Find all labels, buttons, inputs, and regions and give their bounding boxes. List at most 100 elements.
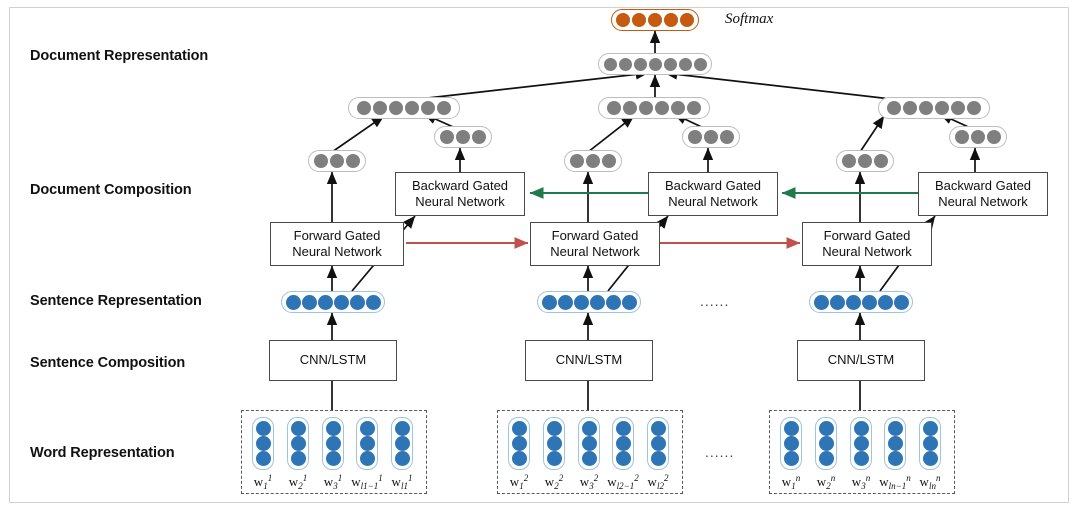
cnn-lstm-box-3[interactable]: CNN/LSTM — [797, 340, 925, 381]
forward-hidden-1-dot — [330, 154, 344, 168]
backward-hidden-2-dot — [704, 130, 718, 144]
word-vector-column — [612, 417, 634, 470]
backward-gnn-box-3[interactable]: Backward Gated Neural Network — [918, 172, 1048, 216]
sent-vec-3-dot — [967, 101, 981, 115]
sentence-rep-3-dot — [829, 294, 845, 310]
forward-gnn-label-line1: Forward Gated — [823, 227, 911, 243]
forward-gnn-label-line2: Neural Network — [292, 244, 382, 259]
sent-vec-2-dot — [671, 101, 685, 115]
forward-hidden-3-dot — [842, 154, 856, 168]
word-vector-column — [356, 417, 378, 470]
sent-vec-2-dot — [639, 101, 653, 115]
sentence-representation-vector-3 — [809, 291, 913, 313]
backward-hidden-vector-3 — [949, 126, 1007, 148]
forward-gnn-label-line2: Neural Network — [550, 244, 640, 259]
word-vector-dot — [511, 421, 527, 436]
word-vector-dot — [581, 436, 597, 451]
word-vector-dot — [546, 421, 562, 436]
word-vector-dot — [290, 436, 306, 451]
word-group-3: w1n w2n w3n wln−1n wlnn — [769, 410, 955, 494]
sent-vec-3-dot — [919, 101, 933, 115]
forward-hidden-vector-3 — [836, 150, 894, 172]
word-vector-dot — [359, 451, 375, 466]
softmax-dot — [664, 13, 678, 27]
word-vector-dot — [783, 436, 799, 451]
sentence-representation-vector-2 — [537, 291, 641, 313]
forward-hidden-2-dot — [570, 154, 584, 168]
forward-hidden-3-dot — [874, 154, 888, 168]
row-label-word-representation: Word Representation — [30, 445, 175, 461]
word-vector-dot — [290, 451, 306, 466]
document-vector-dot — [678, 57, 692, 71]
word-vector-dot — [290, 421, 306, 436]
sentence-rep-1-dot — [365, 294, 381, 310]
softmax-output-vector — [611, 9, 699, 31]
sent-vec-2-dot — [687, 101, 701, 115]
word-vector-dot — [853, 421, 869, 436]
sent-vec-1-dot — [421, 101, 435, 115]
sent-vec-1-dot — [357, 101, 371, 115]
figure-canvas: Document Representation Document Composi… — [0, 0, 1080, 515]
word-vector-dot — [394, 421, 410, 436]
word-group-2: w12 w22 w32 wl2−12 wl22 — [497, 410, 683, 494]
word-vector-column — [780, 417, 802, 470]
sent-vec-2-dot — [607, 101, 621, 115]
forward-hidden-vector-2 — [564, 150, 622, 172]
backward-gnn-label-line2: Neural Network — [415, 194, 505, 209]
backward-hidden-3-dot — [987, 130, 1001, 144]
sentence-rep-3-dot — [893, 294, 909, 310]
sentence-row-ellipsis: ...... — [700, 293, 730, 309]
document-vector-dot — [618, 57, 632, 71]
sentence-rep-1-dot — [349, 294, 365, 310]
softmax-dot — [616, 13, 630, 27]
cnn-lstm-box-1[interactable]: CNN/LSTM — [269, 340, 397, 381]
cnn-lstm-label: CNN/LSTM — [299, 352, 367, 368]
backward-hidden-2-dot — [720, 130, 734, 144]
sentence-rep-2-dot — [573, 294, 589, 310]
forward-hidden-1-dot — [314, 154, 328, 168]
word-vector-dot — [922, 421, 938, 436]
word-vector-dot — [922, 436, 938, 451]
word-vector-dot — [546, 451, 562, 466]
sentence-rep-1-dot — [317, 294, 333, 310]
sent-vec-2-dot — [655, 101, 669, 115]
backward-gnn-box-1[interactable]: Backward Gated Neural Network — [395, 172, 525, 216]
backward-hidden-vector-1 — [434, 126, 492, 148]
word-vector-dot — [887, 451, 903, 466]
forward-gnn-box-3[interactable]: Forward Gated Neural Network — [802, 222, 932, 266]
sentence-rep-2-dot — [557, 294, 573, 310]
word-vector-dot — [887, 421, 903, 436]
word-vector-dot — [853, 451, 869, 466]
word-label: wlnn — [919, 473, 941, 492]
sent-vec-1-dot — [389, 101, 403, 115]
word-vector-column — [508, 417, 530, 470]
sent-vec-3-dot — [951, 101, 965, 115]
document-vector-dot — [633, 57, 647, 71]
backward-gnn-label-line1: Backward Gated — [664, 177, 762, 193]
word-vector-column — [815, 417, 837, 470]
word-vector-dot — [650, 451, 666, 466]
word-vector-dot — [615, 421, 631, 436]
document-vector-dot — [663, 57, 677, 71]
cnn-lstm-box-2[interactable]: CNN/LSTM — [525, 340, 653, 381]
forward-gnn-box-1[interactable]: Forward Gated Neural Network — [270, 222, 404, 266]
forward-hidden-3-dot — [858, 154, 872, 168]
word-vector-column — [543, 417, 565, 470]
row-label-sentence-composition: Sentence Composition — [30, 355, 186, 371]
sentence-representation-vector-1 — [281, 291, 385, 313]
document-representation-vector — [598, 53, 712, 75]
word-vector-column — [287, 417, 309, 470]
word-vector-dot — [783, 451, 799, 466]
word-vector-column — [578, 417, 600, 470]
sentence-rep-3-dot — [813, 294, 829, 310]
forward-gnn-box-2[interactable]: Forward Gated Neural Network — [530, 222, 660, 266]
sent-vec-1-dot — [437, 101, 451, 115]
sent-vec-3-dot — [903, 101, 917, 115]
word-vector-dot — [818, 421, 834, 436]
word-vector-column — [322, 417, 344, 470]
word-vector-dot — [818, 451, 834, 466]
forward-gnn-label-line1: Forward Gated — [551, 227, 639, 243]
word-row-ellipsis: ...... — [705, 444, 735, 460]
backward-gnn-box-2[interactable]: Backward Gated Neural Network — [648, 172, 778, 216]
backward-gnn-label-line1: Backward Gated — [934, 177, 1032, 193]
